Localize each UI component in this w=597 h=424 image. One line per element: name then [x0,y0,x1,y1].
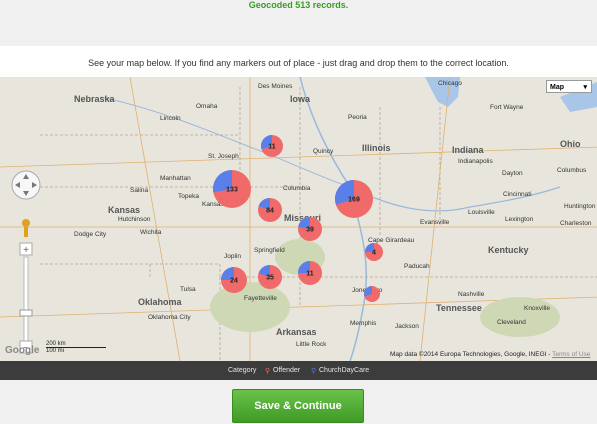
pegman-body-icon [24,227,28,237]
cluster-marker[interactable]: 133 [213,170,251,208]
dropdown-arrow-icon: ▾ [583,84,587,91]
scale-mi: 100 mi [46,348,65,354]
cluster-count: 133 [226,187,238,194]
google-logo: Google [5,345,40,356]
map-instructions: See your map below. If you find any mark… [88,58,509,68]
map-scale: 200 km 100 mi [46,341,106,354]
legend-item-daycare: ChurchDayCare [319,367,370,374]
legend-item-offender: Offender [273,367,301,374]
map-legend: Category ⚲ Offender ⚲ ChurchDayCare [0,361,597,380]
save-continue-button[interactable]: Save & Continue [232,389,364,423]
scale-km: 200 km [46,341,106,348]
cluster-count: 11 [306,271,314,278]
copyright-text: Map data ©2014 Europa Technologies, Goog… [390,351,551,358]
cluster-count: 11 [268,144,276,151]
cluster-count: 24 [230,278,238,285]
cluster-layer: 11 133 84 169 39 4 24 35 11 [213,135,383,302]
daycare-marker-icon: ⚲ [311,368,317,375]
cluster-count: 35 [266,275,274,282]
map-type-dropdown[interactable]: Map ▾ [546,80,592,93]
cluster-count: 39 [306,227,314,234]
cluster-marker[interactable]: 4 [365,243,383,261]
cluster-marker[interactable]: 11 [261,135,283,157]
geocode-status: Geocoded 513 records. [248,0,349,10]
terms-link[interactable]: Terms of Use [552,351,590,358]
map-canvas[interactable]: Nebraska Iowa Illinois Indiana Ohio Kans… [0,77,597,361]
cluster-marker[interactable]: 11 [298,261,322,285]
offender-marker-icon: ⚲ [265,368,271,375]
cluster-marker[interactable]: 169 [335,180,373,218]
cluster-count: 169 [348,197,360,204]
cluster-marker[interactable] [364,286,380,302]
plus-icon: + [23,245,29,256]
cluster-count: 4 [372,250,376,257]
map-type-label: Map [550,84,564,91]
cluster-marker[interactable]: 24 [221,267,247,293]
cluster-marker[interactable]: 35 [258,265,282,289]
zoom-slider-track[interactable] [23,256,29,352]
pegman-icon[interactable] [22,219,30,227]
map-controls: + − [9,169,43,361]
zoom-slider-handle[interactable] [19,309,33,317]
pan-zoom-control: + − [11,170,41,354]
legend-title: Category [228,367,257,374]
cluster-count: 84 [266,208,274,215]
cluster-marker[interactable]: 84 [258,198,282,222]
cluster-marker[interactable]: 39 [298,217,322,241]
map-copyright: Map data ©2014 Europa Technologies, Goog… [390,351,590,358]
